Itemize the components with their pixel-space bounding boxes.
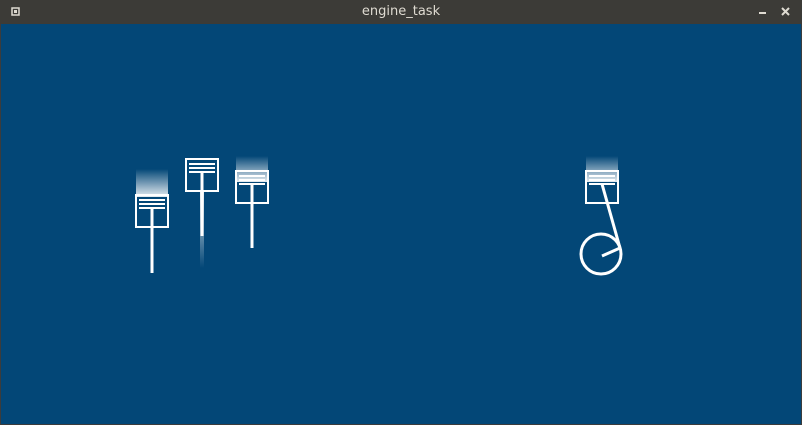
crank-wheel <box>579 232 623 276</box>
window-menu-icon[interactable] <box>8 4 24 20</box>
crank-arm <box>601 246 621 258</box>
close-icon[interactable] <box>778 4 794 20</box>
engine-scene <box>135 156 623 276</box>
piston-3 <box>235 156 269 248</box>
motion-trail <box>136 169 168 197</box>
piston-2 <box>185 158 219 268</box>
render-canvas[interactable] <box>1 24 801 424</box>
piston-1 <box>135 169 169 273</box>
window-title: engine_task <box>361 4 441 19</box>
app-window: engine_task <box>0 0 802 425</box>
crank-assembly <box>579 156 623 276</box>
minimize-icon[interactable] <box>755 4 771 20</box>
title-bar[interactable]: engine_task <box>0 0 802 24</box>
motion-trail <box>236 156 268 182</box>
motion-trail <box>586 156 618 182</box>
